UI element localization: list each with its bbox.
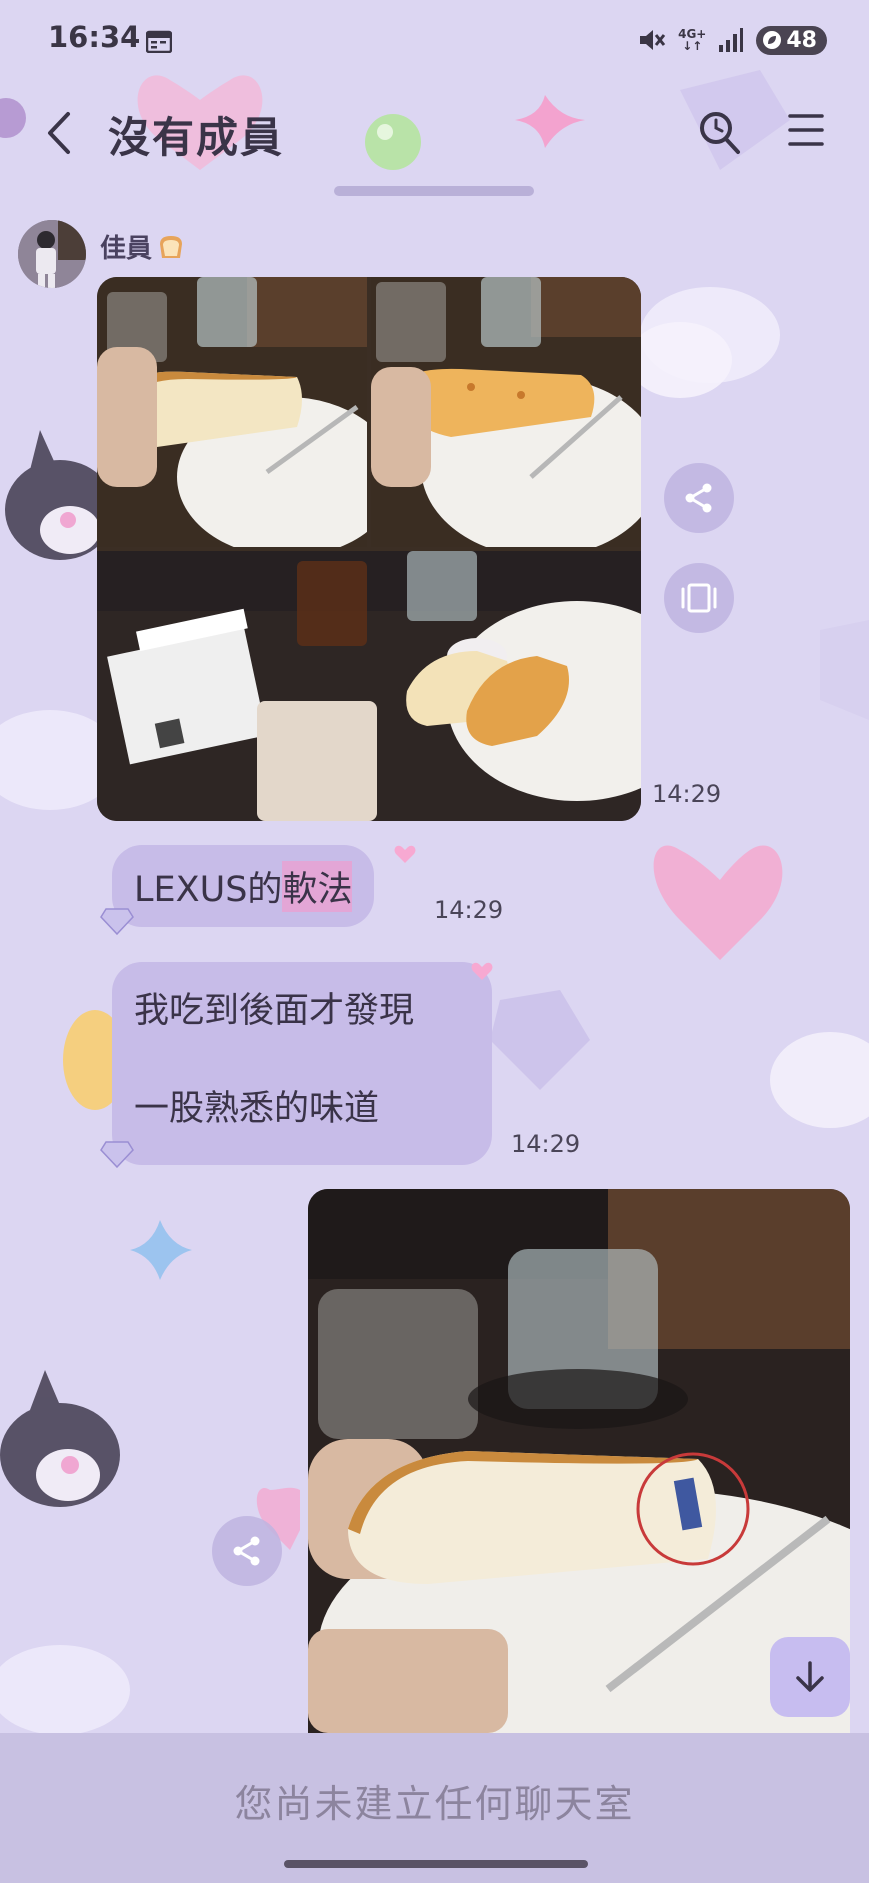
pull-indicator (334, 186, 534, 196)
bubble-heart-icon (471, 962, 493, 980)
message-time: 14:29 (652, 780, 722, 808)
back-icon[interactable] (40, 106, 80, 160)
sender-avatar[interactable] (18, 220, 86, 288)
bubble-gem-icon (100, 908, 134, 935)
search-icon[interactable] (696, 106, 744, 158)
share-button[interactable] (664, 463, 734, 533)
battery-leaf-icon (763, 31, 782, 49)
chat-photo-3[interactable] (97, 551, 641, 821)
chat-title: 沒有成員 (108, 113, 285, 162)
arrow-down-icon (796, 1661, 824, 1692)
status-bar: 16:34 4G+ ↓↑ 48 (0, 0, 869, 80)
photo-collage[interactable] (97, 277, 641, 821)
share-button[interactable] (212, 1516, 282, 1586)
message-text-highlight: 軟法 (282, 860, 353, 912)
scroll-to-bottom-button[interactable] (770, 1637, 850, 1717)
message-time: 14:29 (511, 1130, 581, 1158)
signal-icon (719, 28, 744, 52)
chat-photo-2[interactable] (371, 277, 641, 547)
home-indicator[interactable] (284, 1860, 588, 1868)
sender-name-row: 佳員 (100, 228, 186, 265)
message-time: 14:29 (434, 896, 504, 924)
collage-icon (681, 583, 717, 613)
sender-name: 佳員 (100, 234, 153, 264)
message-text-line: 一股熟悉的味道 (134, 1089, 380, 1129)
battery-level: 48 (786, 27, 817, 53)
message-bubble[interactable]: 我吃到後面才發現 一股熟悉的味道 (112, 962, 492, 1165)
chat-photo-large[interactable] (308, 1189, 850, 1733)
battery-indicator: 48 (756, 25, 827, 55)
collage-view-button[interactable] (664, 563, 734, 633)
bread-emoji-icon (160, 235, 183, 258)
chat-photo-1[interactable] (97, 277, 367, 547)
share-icon (685, 483, 712, 513)
calendar-notification-icon (146, 30, 172, 53)
network-type: 4G+ ↓↑ (678, 27, 707, 53)
message-text-line: 我吃到後面才發現 (134, 991, 415, 1031)
message-text: LEXUS的 (134, 869, 283, 910)
bubble-heart-icon (394, 845, 416, 863)
mute-icon (640, 30, 666, 50)
no-chatroom-notice: 您尚未建立任何聊天室 (234, 1782, 635, 1826)
status-time: 16:34 (48, 20, 141, 54)
menu-icon[interactable] (786, 110, 826, 150)
share-icon (233, 1536, 260, 1566)
bubble-gem-icon (100, 1141, 134, 1168)
message-bubble[interactable]: LEXUS的 軟法 (112, 845, 375, 927)
chat-header: 沒有成員 (0, 80, 869, 190)
